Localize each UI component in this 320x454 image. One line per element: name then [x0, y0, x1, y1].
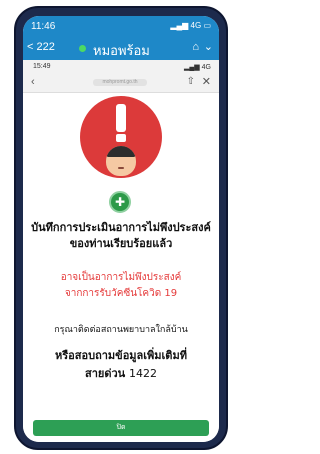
- browser-bar: ‹ mohpromt.go.th ⇧ ✕: [23, 74, 219, 93]
- warning-line1: อาจเป็นอาการไม่พึงประสงค์: [60, 272, 182, 283]
- status-bar: 11:46 ▂▄▆ 4G ▭: [23, 16, 219, 38]
- inner-signal-icon: ▂▄▆: [183, 64, 200, 71]
- result-heading-line2: ของท่านเรียบร้อยแล้ว: [69, 237, 173, 250]
- contact-instruction: กรุณาติดต่อสถานพยาบาลใกล้บ้าน: [54, 325, 188, 335]
- app-header: < 222 หมอพร้อม ⌂ ⌄: [23, 38, 219, 60]
- phone-frame: 11:46 ▂▄▆ 4G ▭ < 222 หมอพร้อม ⌂ ⌄ 15:49 …: [14, 6, 228, 450]
- close-button[interactable]: ปิด: [33, 420, 209, 436]
- inner-status-bar: 15:49 ▂▄▆ 4G: [23, 60, 219, 74]
- hotline-number[interactable]: 1422: [129, 367, 157, 380]
- close-icon[interactable]: ✕: [202, 75, 211, 88]
- inner-status-time: 15:49: [33, 63, 51, 70]
- signal-icon: ▂▄▆: [170, 21, 189, 30]
- battery-icon: ▭: [203, 21, 211, 30]
- browser-back-icon[interactable]: ‹: [31, 76, 35, 88]
- warning-line2: จากการรับวัคซีนโควิด 19: [64, 288, 178, 299]
- home-icon[interactable]: ⌂: [192, 41, 199, 53]
- app-title: หมอพร้อม: [93, 44, 150, 59]
- inner-signal-indicator: ▂▄▆ 4G: [184, 63, 211, 71]
- exclamation-dot: [116, 134, 126, 142]
- web-view: 15:49 ▂▄▆ 4G ‹ mohpromt.go.th ⇧ ✕ ✚ บันท…: [23, 60, 219, 442]
- ministry-logo-icon: ✚: [109, 191, 131, 213]
- person-face-illustration: [106, 146, 136, 176]
- back-button[interactable]: < 222: [27, 41, 55, 53]
- alert-illustration: [80, 96, 162, 178]
- signal-indicator: ▂▄▆ 4G ▭: [170, 21, 211, 30]
- online-dot-icon: [79, 45, 86, 52]
- hotline-line2: สายด่วน 1422: [27, 364, 215, 382]
- hotline-prefix: สายด่วน: [84, 367, 126, 380]
- inner-network-label: 4G: [201, 64, 211, 71]
- status-time: 11:46: [31, 21, 56, 32]
- exclamation-icon: [116, 104, 126, 132]
- network-label: 4G: [190, 21, 202, 30]
- url-field[interactable]: mohpromt.go.th: [93, 79, 147, 86]
- chevron-down-icon[interactable]: ⌄: [204, 40, 213, 53]
- hotline-line1: หรือสอบถามข้อมูลเพิ่มเติมที่: [55, 349, 187, 362]
- share-icon[interactable]: ⇧: [187, 76, 195, 87]
- phone-screen: 11:46 ▂▄▆ 4G ▭ < 222 หมอพร้อม ⌂ ⌄ 15:49 …: [23, 16, 219, 442]
